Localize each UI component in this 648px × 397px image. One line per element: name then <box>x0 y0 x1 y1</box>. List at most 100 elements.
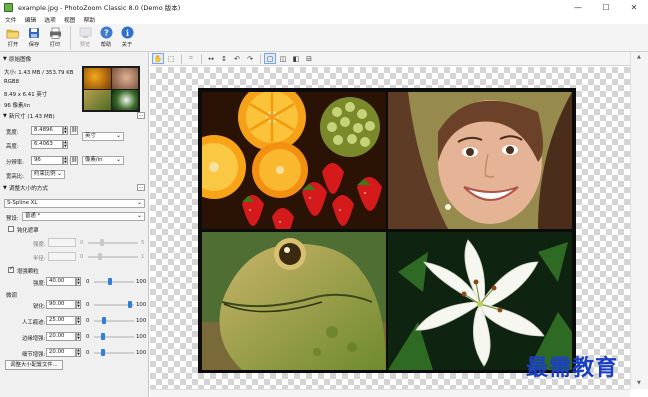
open-folder-icon <box>6 26 20 39</box>
original-image-title: 原始图像 <box>8 57 32 63</box>
height-spinner[interactable]: ▲ ▼ <box>63 140 68 149</box>
toolbar-separator <box>70 26 71 50</box>
sharpness-slider-thumb[interactable] <box>128 301 132 308</box>
view-toolbar-separator <box>260 53 261 64</box>
help-button[interactable]: ? 帮助 <box>96 26 116 48</box>
horizontal-scrollbar[interactable] <box>150 389 630 397</box>
edge-enhance-slider-thumb[interactable] <box>101 333 105 340</box>
rotate-right-icon[interactable]: ↷ <box>244 53 256 64</box>
resolution-label: 分辨率: <box>6 160 24 166</box>
new-size-menu-button[interactable]: … <box>137 112 145 119</box>
sharpness-spinner[interactable]: ▲ ▼ <box>76 300 81 309</box>
maximize-button[interactable]: ☐ <box>592 0 620 14</box>
unsharp-amount-slider-track[interactable] <box>88 242 138 244</box>
save-button[interactable]: 保存 <box>24 26 44 48</box>
unsharp-mask-checkbox[interactable] <box>8 226 14 232</box>
height-field[interactable]: 6.4063 <box>31 140 63 149</box>
scroll-down-icon[interactable]: ▼ <box>637 380 641 386</box>
flip-vertical-icon[interactable]: ↕ <box>218 53 230 64</box>
detail-enhance-spinner[interactable]: ▲ ▼ <box>76 348 81 357</box>
close-button[interactable]: ✕ <box>620 0 648 14</box>
open-button[interactable]: 打开 <box>3 26 23 48</box>
width-spinner[interactable]: ▲ ▼ <box>63 126 68 135</box>
svg-text:i: i <box>125 28 128 38</box>
vertical-scrollbar[interactable]: ▲ ▼ <box>630 52 648 389</box>
hand-tool-icon[interactable]: ✋ <box>152 53 164 64</box>
sharpness-label: 锐化: <box>33 304 46 310</box>
edge-enhance-slider-track[interactable] <box>94 336 134 338</box>
unsharp-radius-label: 半径: <box>33 256 46 262</box>
unsharp-radius-slider-track[interactable] <box>88 256 138 258</box>
view-toolbar-separator <box>201 53 202 64</box>
select-tool-icon[interactable]: ⬚ <box>165 53 177 64</box>
menu-options[interactable]: 选项 <box>44 15 56 24</box>
print-button[interactable]: 打印 <box>45 26 65 48</box>
original-resolution: 96 像素/in <box>4 103 31 109</box>
scroll-up-icon[interactable]: ▲ <box>637 54 641 60</box>
help-icon: ? <box>99 26 113 39</box>
width-field[interactable]: 8.4896 <box>31 126 63 135</box>
resolution-spinner[interactable]: ▲ ▼ <box>63 156 68 165</box>
resolution-unit-dropdown[interactable]: 像素/in <box>82 156 124 165</box>
crop-tool-icon[interactable]: ⌗ <box>185 53 197 64</box>
minimize-button[interactable]: — <box>564 0 592 14</box>
original-thumbnail[interactable] <box>82 66 140 112</box>
unit-dropdown[interactable]: 英寸 <box>82 132 124 141</box>
algorithm-dropdown[interactable]: S-Spline XL <box>4 199 145 208</box>
main-toolbar: 打开 保存 打印 预览 ? 帮助 i 关于 <box>0 24 648 52</box>
grain-strength-field[interactable]: 40.00 <box>46 277 76 286</box>
rotate-left-icon[interactable]: ↶ <box>231 53 243 64</box>
artifact-spinner[interactable]: ▲ ▼ <box>76 316 81 325</box>
detail-enhance-slider-track[interactable] <box>94 352 134 354</box>
menu-file[interactable]: 文件 <box>5 15 17 24</box>
detail-enhance-field[interactable]: 20.00 <box>46 348 76 357</box>
preset-label: 预设: <box>6 216 19 222</box>
unsharp-mask-label: 钝化遮罩 <box>17 228 39 234</box>
svg-text:?: ? <box>104 29 109 38</box>
edge-enhance-field[interactable]: 20.00 <box>46 332 76 341</box>
preview-button[interactable]: 预览 <box>75 26 95 48</box>
collapse-triangle-icon: ▼ <box>3 185 7 191</box>
grain-strength-label: 强度: <box>33 281 46 287</box>
single-view-icon[interactable]: ▢ <box>264 53 276 64</box>
new-size-header[interactable]: ▼ 新尺寸 (1.43 MB) <box>3 112 55 120</box>
artifact-slider-track[interactable] <box>94 320 134 322</box>
original-image-header[interactable]: ▼ 原始图像 <box>3 55 31 63</box>
menu-view[interactable]: 视图 <box>64 15 76 24</box>
resize-profile-button[interactable]: 调整大小配置文件... <box>5 360 63 370</box>
resize-method-menu-button[interactable]: … <box>137 184 145 191</box>
unsharp-amount-field[interactable] <box>48 238 76 247</box>
resolution-link-icon[interactable]: ⛓ <box>70 156 78 165</box>
split-view-horizontal-icon[interactable]: ⊟ <box>303 53 315 64</box>
detail-enhance-slider-thumb[interactable] <box>101 349 105 356</box>
width-label: 宽度: <box>6 130 19 136</box>
edge-enhance-spinner[interactable]: ▲ ▼ <box>76 332 81 341</box>
menu-help[interactable]: 帮助 <box>83 15 95 24</box>
grain-strength-slider-thumb[interactable] <box>108 278 112 285</box>
unsharp-amount-slider-thumb[interactable] <box>100 239 104 246</box>
unsharp-radius-field[interactable] <box>48 252 76 261</box>
open-label: 打开 <box>7 42 19 48</box>
artifact-slider-thumb[interactable] <box>102 317 106 324</box>
artifact-field[interactable]: 25.00 <box>46 316 76 325</box>
split-view-vertical-icon[interactable]: ◫ <box>277 53 289 64</box>
preview-image[interactable] <box>198 88 576 373</box>
aspect-ratio-dropdown[interactable]: 约束比例 <box>31 170 65 179</box>
split-view-dual-icon[interactable]: ◧ <box>290 53 302 64</box>
link-chain-icon[interactable]: ⛓ <box>70 126 78 135</box>
info-icon: i <box>120 26 134 39</box>
grain-checkbox[interactable] <box>8 265 14 273</box>
menu-edit[interactable]: 编辑 <box>25 15 37 24</box>
sharpness-field[interactable]: 90.00 <box>46 300 76 309</box>
resolution-field[interactable]: 96 <box>31 156 63 165</box>
resize-method-header[interactable]: ▼ 调整大小的方式 <box>3 184 48 192</box>
grain-strength-spinner[interactable]: ▲ ▼ <box>76 277 81 286</box>
app-logo-icon <box>4 2 13 12</box>
about-button[interactable]: i 关于 <box>117 26 137 48</box>
unsharp-radius-slider-thumb[interactable] <box>98 253 102 260</box>
flip-horizontal-icon[interactable]: ↔ <box>205 53 217 64</box>
grain-strength-slider-track[interactable] <box>94 281 134 283</box>
preset-dropdown[interactable]: 普通 * <box>22 212 145 221</box>
artifact-max: 100 <box>136 318 147 324</box>
original-color-mode: RGB8 <box>4 79 20 85</box>
